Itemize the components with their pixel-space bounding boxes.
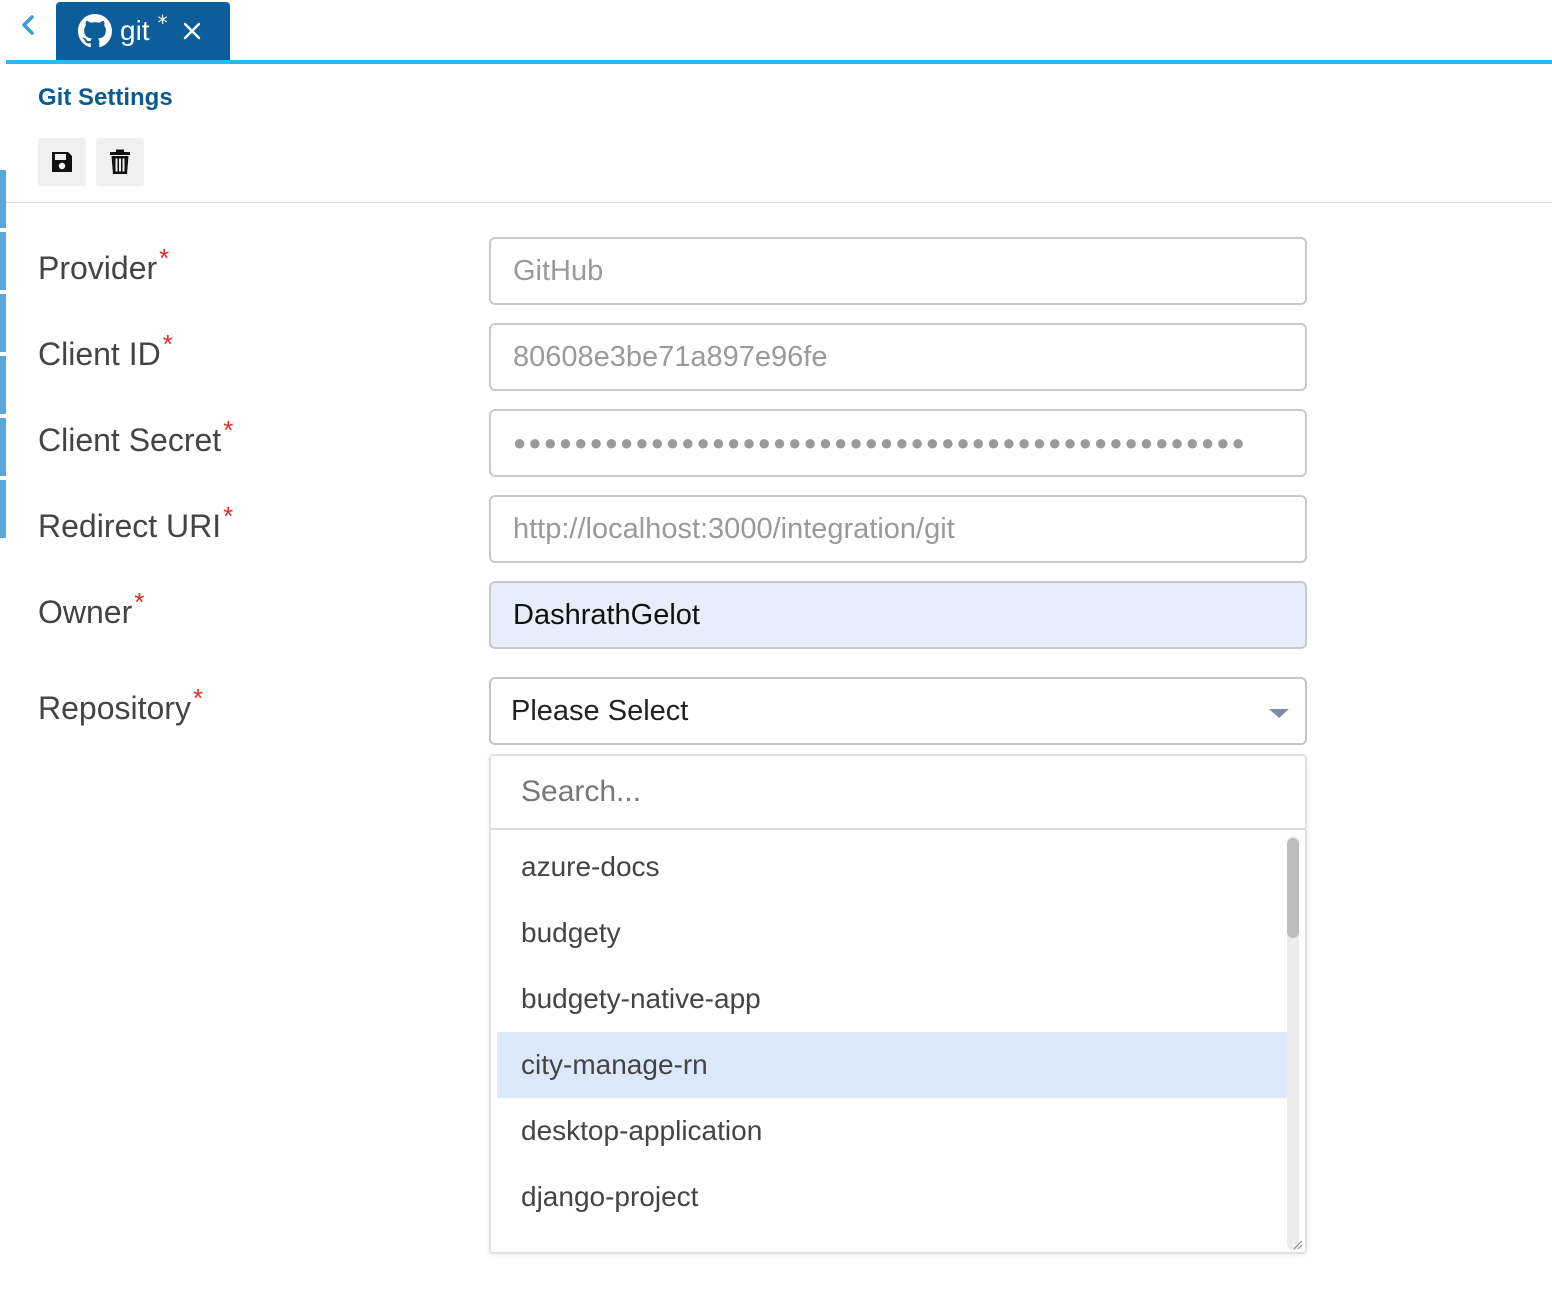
close-icon[interactable] — [182, 21, 202, 41]
left-rail-segment — [0, 418, 6, 476]
caret-down-icon — [1269, 709, 1289, 718]
repository-label: Repository* — [38, 683, 204, 726]
repository-selected-value: Please Select — [511, 694, 689, 727]
github-icon — [78, 14, 112, 48]
tab-underline — [6, 60, 1552, 64]
floppy-disk-icon — [52, 152, 72, 172]
owner-field[interactable]: DashrathGelot — [489, 581, 1307, 649]
required-indicator: * — [162, 329, 173, 359]
redirect-uri-field[interactable]: http://localhost:3000/integration/git — [489, 495, 1307, 563]
repository-option[interactable]: desktop-application — [497, 1098, 1289, 1164]
repository-option[interactable]: django-project — [497, 1164, 1289, 1230]
client-secret-field[interactable]: ●●●●●●●●●●●●●●●●●●●●●●●●●●●●●●●●●●●●●●●●… — [489, 409, 1307, 477]
provider-label: Provider* — [38, 243, 170, 286]
left-rail-segment — [0, 480, 6, 538]
redirect-uri-label: Redirect URI* — [38, 501, 234, 544]
required-indicator: * — [223, 501, 234, 531]
left-rail — [0, 0, 6, 1304]
chevron-left-icon[interactable] — [20, 14, 40, 42]
required-indicator: * — [134, 587, 145, 617]
client-id-label: Client ID* — [38, 329, 173, 372]
repository-option[interactable]: budgety-native-app — [497, 966, 1289, 1032]
left-rail-segment — [0, 294, 6, 352]
page-title: Git Settings — [38, 84, 173, 111]
divider — [6, 202, 1552, 203]
toolbar — [38, 138, 144, 186]
repository-dropdown: azure-docs budgety budgety-native-app ci… — [489, 754, 1307, 1254]
dropdown-scrollbar[interactable] — [1287, 836, 1299, 1250]
scrollbar-thumb[interactable] — [1287, 838, 1299, 938]
tab-bar: git * — [6, 0, 1552, 64]
client-secret-label: Client Secret* — [38, 415, 234, 458]
repository-option-highlighted[interactable]: city-manage-rn — [497, 1032, 1289, 1098]
tab-git[interactable]: git * — [56, 2, 230, 60]
left-rail-segment — [0, 356, 6, 414]
resize-grip-icon[interactable] — [1291, 1238, 1303, 1250]
owner-label: Owner* — [38, 587, 145, 630]
trash-icon — [110, 149, 130, 174]
required-indicator: * — [192, 683, 204, 713]
client-id-field[interactable]: 80608e3be71a897e96fe — [489, 323, 1307, 391]
required-indicator: * — [159, 243, 170, 273]
repository-select[interactable]: Please Select — [489, 677, 1307, 745]
left-rail-segment — [0, 170, 6, 228]
repository-option[interactable]: budgety — [497, 900, 1289, 966]
tab-label: git — [120, 15, 150, 46]
unsaved-indicator: * — [157, 11, 168, 35]
repository-options: azure-docs budgety budgety-native-app ci… — [497, 834, 1289, 1230]
required-indicator: * — [223, 415, 234, 445]
left-rail-segment — [0, 232, 6, 290]
repository-search-input[interactable] — [491, 756, 1305, 830]
delete-button[interactable] — [96, 138, 144, 186]
save-button[interactable] — [38, 138, 86, 186]
repository-option[interactable]: azure-docs — [497, 834, 1289, 900]
provider-field[interactable]: GitHub — [489, 237, 1307, 305]
